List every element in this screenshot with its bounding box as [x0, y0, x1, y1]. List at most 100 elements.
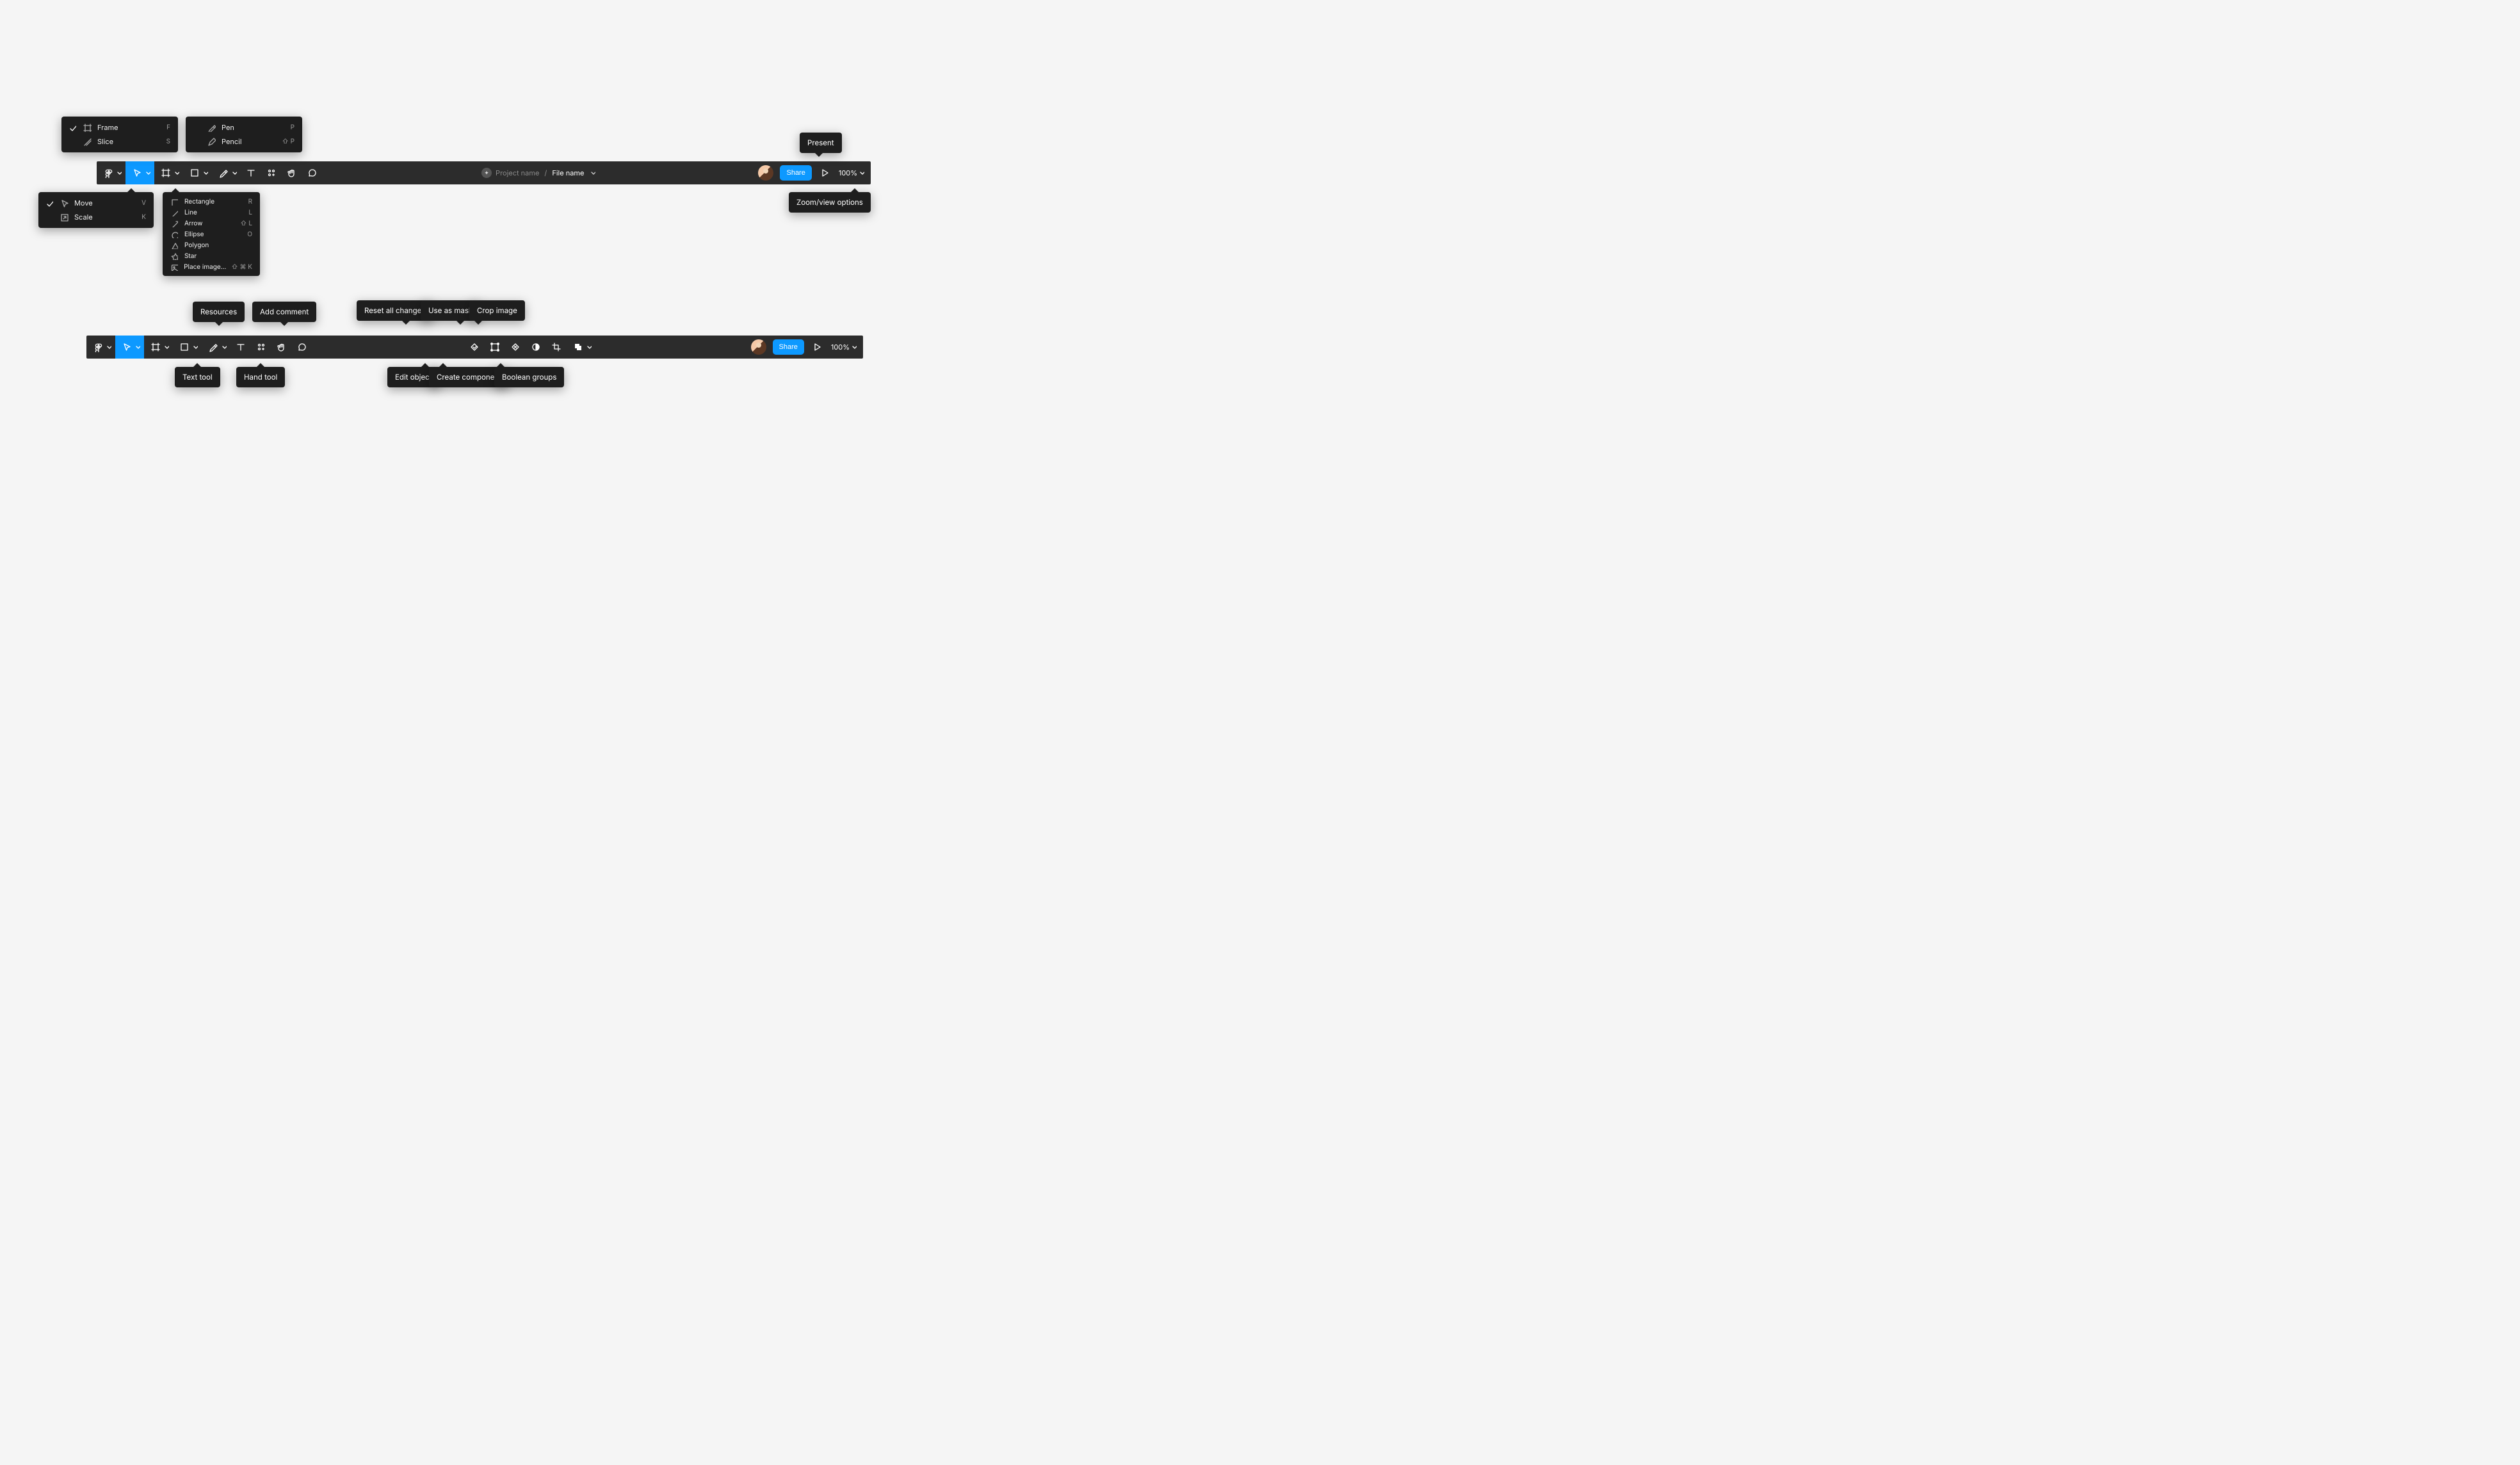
- zoom-dropdown[interactable]: 100%: [827, 343, 863, 352]
- menu-item-place-image[interactable]: Place image… ⇧ ⌘ K: [163, 261, 260, 272]
- cursor-icon: [119, 339, 134, 355]
- component-icon: [508, 339, 523, 355]
- frame-tool-button[interactable]: [144, 336, 173, 359]
- chevron-down-icon: [586, 344, 592, 350]
- menu-item-slice[interactable]: Slice S: [61, 134, 178, 149]
- frame-icon: [148, 339, 163, 355]
- resources-icon: [264, 165, 279, 181]
- present-button[interactable]: [807, 336, 827, 359]
- menu-item-frame[interactable]: Frame F: [61, 120, 178, 134]
- menu-item-ellipse[interactable]: Ellipse O: [163, 229, 260, 239]
- zoom-dropdown[interactable]: 100%: [835, 168, 871, 177]
- chevron-down-icon: [106, 344, 111, 350]
- frame-tool-button[interactable]: [154, 161, 183, 184]
- present-button[interactable]: [814, 161, 835, 184]
- text-tool-button[interactable]: [230, 336, 251, 359]
- hand-icon: [284, 165, 300, 181]
- scale-icon: [59, 212, 69, 222]
- slice-icon: [82, 136, 92, 147]
- resources-button[interactable]: [261, 161, 282, 184]
- create-component-button[interactable]: [505, 336, 526, 359]
- main-menu-button[interactable]: [86, 336, 115, 359]
- tooltip-zoom-view: Zoom/view options: [789, 192, 871, 213]
- text-icon: [243, 165, 259, 181]
- menu-item-rectangle[interactable]: Rectangle R: [163, 196, 260, 207]
- toolbar-primary: ✦ Project name / File name Share 100%: [97, 161, 871, 184]
- crop-icon: [549, 339, 564, 355]
- chevron-down-icon: [232, 170, 237, 175]
- reset-icon: [467, 339, 482, 355]
- toolbar-secondary: Share 100%: [86, 336, 863, 359]
- comment-tool-button[interactable]: [302, 161, 323, 184]
- menu-item-polygon[interactable]: Polygon: [163, 239, 260, 250]
- check-icon: [68, 124, 77, 131]
- line-icon: [169, 207, 179, 218]
- main-menu-button[interactable]: [97, 161, 125, 184]
- comment-tool-button[interactable]: [292, 336, 312, 359]
- chevron-down-icon: [859, 170, 864, 175]
- chevron-down-icon: [174, 170, 179, 175]
- frame-icon: [158, 165, 174, 181]
- star-icon: [169, 251, 179, 261]
- tooltip-present: Present: [800, 133, 842, 153]
- figma-icon: [101, 165, 116, 181]
- menu-item-scale[interactable]: Scale K: [38, 210, 154, 224]
- chevron-down-icon: [193, 344, 198, 350]
- menu-arrow: [172, 188, 179, 192]
- pen-tool-button[interactable]: [202, 336, 230, 359]
- resources-button[interactable]: [251, 336, 271, 359]
- image-icon: [169, 262, 179, 272]
- menu-item-pencil[interactable]: Pencil ⇧ P: [186, 134, 302, 149]
- cursor-icon: [59, 198, 69, 208]
- team-icon: ✦: [481, 168, 492, 178]
- chevron-down-icon: [852, 344, 857, 350]
- boolean-groups-button[interactable]: [567, 336, 595, 359]
- shape-tool-button[interactable]: [173, 336, 202, 359]
- menu-item-line[interactable]: Line L: [163, 207, 260, 218]
- menu-arrow: [127, 188, 135, 192]
- text-tool-button[interactable]: [241, 161, 261, 184]
- chevron-down-icon: [135, 344, 140, 350]
- chevron-down-icon: [590, 168, 595, 177]
- avatar[interactable]: [751, 339, 766, 355]
- file-name: File name: [552, 168, 584, 177]
- pen-icon: [206, 122, 216, 133]
- hand-tool-button[interactable]: [282, 161, 302, 184]
- share-button[interactable]: Share: [773, 339, 804, 355]
- move-tool-button[interactable]: [125, 161, 154, 184]
- menu-item-move[interactable]: Move V: [38, 196, 154, 210]
- project-breadcrumb[interactable]: ✦ Project name / File name: [481, 168, 595, 178]
- tooltip-text-tool: Text tool: [175, 367, 220, 387]
- tooltip-add-comment: Add comment: [252, 302, 316, 322]
- pencil-icon: [206, 136, 216, 147]
- hand-icon: [274, 339, 289, 355]
- text-icon: [233, 339, 248, 355]
- check-icon: [45, 199, 54, 207]
- tooltip-resources: Resources: [193, 302, 245, 322]
- pen-tool-button[interactable]: [212, 161, 241, 184]
- figma-icon: [90, 339, 106, 355]
- pen-tool-menu: Pen P Pencil ⇧ P: [186, 117, 302, 152]
- edit-object-button[interactable]: [485, 336, 505, 359]
- hand-tool-button[interactable]: [271, 336, 292, 359]
- chevron-down-icon: [222, 344, 227, 350]
- shape-tool-button[interactable]: [183, 161, 212, 184]
- use-as-mask-button[interactable]: [526, 336, 546, 359]
- boolean-icon: [570, 339, 586, 355]
- menu-item-arrow[interactable]: Arrow ⇧ L: [163, 218, 260, 229]
- contrast-icon: [528, 339, 544, 355]
- crop-image-button[interactable]: [546, 336, 567, 359]
- pen-icon: [216, 165, 231, 181]
- menu-arrow: [149, 149, 156, 152]
- menu-item-star[interactable]: Star: [163, 250, 260, 261]
- move-tool-button[interactable]: [115, 336, 144, 359]
- square-icon: [187, 165, 202, 181]
- menu-item-pen[interactable]: Pen P: [186, 120, 302, 134]
- edit-icon: [487, 339, 503, 355]
- polygon-icon: [169, 240, 179, 250]
- reset-all-button[interactable]: [464, 336, 485, 359]
- share-button[interactable]: Share: [780, 165, 811, 181]
- avatar[interactable]: [758, 165, 773, 181]
- zoom-value: 100%: [839, 168, 857, 177]
- square-icon: [169, 197, 179, 207]
